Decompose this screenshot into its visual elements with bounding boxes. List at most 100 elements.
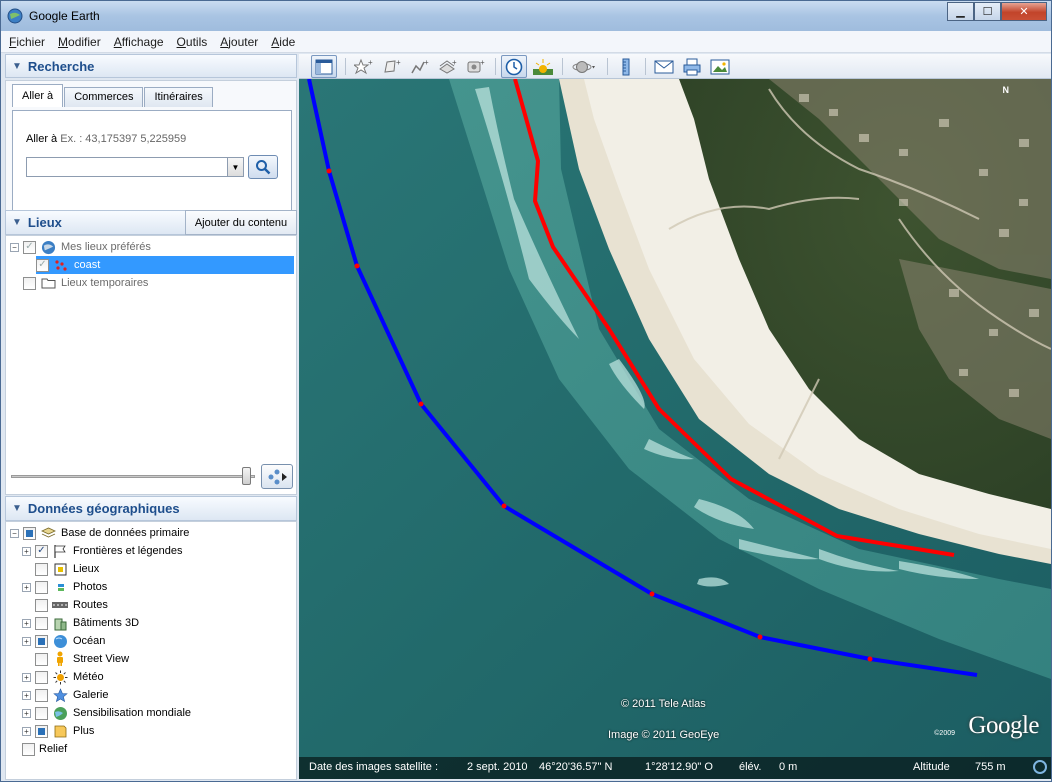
star-icon [52,687,68,703]
print-button[interactable] [679,55,705,78]
vertex-point[interactable] [757,634,763,640]
checkbox-relief[interactable] [22,742,35,756]
title-bar[interactable]: Google Earth ▁ ☐ ✕ [1,1,1051,31]
menu-fichier[interactable]: Fichier [9,35,45,49]
menu-modifier[interactable]: Modifier [58,35,101,49]
collapse-toggle[interactable]: − [10,528,19,538]
checkbox-my-places[interactable]: ✓ [23,240,36,254]
checkbox-borders[interactable]: ✓ [35,544,48,558]
layer-row-roads[interactable]: Routes [22,596,108,614]
historical-imagery-button[interactable] [501,55,527,78]
checkbox-gallery[interactable] [35,688,48,702]
tree-row-coast[interactable]: ✓ coast [36,256,294,274]
checkbox-primary-db[interactable] [23,526,36,540]
goto-label: Aller à [26,133,58,145]
tab-directions[interactable]: Itinéraires [144,87,213,107]
tree-row-temporary-places[interactable]: Lieux temporaires [23,274,148,292]
layer-row-ocean[interactable]: + Océan [22,632,105,650]
clock-icon [505,58,523,75]
opacity-slider-track[interactable] [11,475,255,478]
expand-toggle[interactable]: + [22,690,31,700]
layer-label-global-awareness: Sensibilisation mondiale [73,707,192,719]
play-tour-button[interactable] [261,464,293,489]
layers-stack-icon [40,525,56,541]
tab-goto[interactable]: Aller à [12,84,64,107]
search-button[interactable] [248,155,278,179]
path-icon: + [411,58,429,73]
menu-ajouter[interactable]: Ajouter [220,35,258,49]
checkbox-more[interactable] [35,724,48,738]
record-tour-button[interactable]: + [463,55,489,78]
save-image-button[interactable] [707,55,733,78]
layer-row-gallery[interactable]: + Galerie [22,686,108,704]
menu-aide[interactable]: Aide [271,35,295,49]
tree-row-my-places[interactable]: − ✓ Mes lieux préférés [10,238,151,256]
layer-row-more[interactable]: + Plus [22,722,94,740]
checkbox-places[interactable] [35,562,48,576]
opacity-slider-thumb[interactable] [242,467,251,485]
checkbox-global-awareness[interactable] [35,706,48,720]
add-content-button[interactable]: Ajouter du contenu [185,210,297,235]
close-button[interactable]: ✕ [1001,2,1047,21]
sunlight-button[interactable] [530,55,556,78]
checkbox-ocean[interactable] [35,634,48,648]
layer-row-global-awareness[interactable]: + Sensibilisation mondiale [22,704,191,722]
tour-icon [268,469,287,484]
attribution-teleatlas: © 2011 Tele Atlas [621,698,706,710]
switch-planet-button[interactable] [569,55,601,78]
earth-map-view[interactable]: N © 2011 Tele Atlas Image © 2011 GeoEye … [299,79,1051,779]
expand-toggle[interactable]: + [22,636,31,646]
search-input[interactable]: ▼ [26,157,244,177]
expand-toggle[interactable]: + [22,726,31,736]
ruler-button[interactable] [613,55,639,78]
north-indicator[interactable]: N [1003,85,1010,95]
search-panel-title: Recherche [27,58,95,74]
checkbox-coast[interactable]: ✓ [36,258,49,272]
layer-row-places[interactable]: Lieux [22,560,99,578]
expand-toggle[interactable]: + [22,708,31,718]
search-panel-header[interactable]: ▼ Recherche [5,54,297,78]
tree-row-primary-db[interactable]: − Base de données primaire [10,524,189,542]
ruler-icon [622,58,630,75]
layers-panel-header[interactable]: ▼ Données géographiques [5,496,297,521]
menu-outils[interactable]: Outils [177,35,208,49]
checkbox-roads[interactable] [35,598,48,612]
email-button[interactable] [651,55,677,78]
checkbox-temporary-places[interactable] [23,276,36,290]
vertex-point[interactable] [418,401,424,407]
layer-row-borders[interactable]: + ✓ Frontières et légendes [22,542,182,560]
layer-row-3d-buildings[interactable]: + Bâtiments 3D [22,614,139,632]
add-image-overlay-button[interactable]: + [435,55,461,78]
vertex-point[interactable] [326,168,332,174]
goto-example: Ex. : 43,175397 5,225959 [60,133,187,145]
tab-businesses[interactable]: Commerces [64,87,144,107]
add-path-button[interactable]: + [407,55,433,78]
search-history-dropdown[interactable]: ▼ [227,158,243,176]
vertex-point[interactable] [867,656,873,662]
add-placemark-button[interactable]: + [351,55,377,78]
expand-toggle[interactable]: + [22,672,31,682]
layer-row-street-view[interactable]: Street View [22,650,129,668]
expand-toggle[interactable]: + [22,546,31,556]
checkbox-weather[interactable] [35,670,48,684]
menu-affichage[interactable]: Affichage [114,35,164,49]
goto-tab-body: Aller à Ex. : 43,175397 5,225959 ▼ [12,110,292,218]
layer-row-photos[interactable]: + Photos [22,578,107,596]
pegman-icon [52,651,68,667]
checkbox-photos[interactable] [35,580,48,594]
layer-row-relief[interactable]: Relief [22,740,67,758]
collapse-toggle[interactable]: − [10,242,19,252]
layer-row-weather[interactable]: + Météo [22,668,104,686]
vertex-point[interactable] [501,503,507,509]
minimize-button[interactable]: ▁ [947,2,974,21]
vertex-point[interactable] [354,263,360,269]
checkbox-street-view[interactable] [35,652,48,666]
add-polygon-button[interactable]: + [379,55,405,78]
place-marker-icon [52,561,68,577]
maximize-button[interactable]: ☐ [974,2,1001,21]
expand-toggle[interactable]: + [22,618,31,628]
toggle-sidebar-button[interactable] [311,55,337,78]
vertex-point[interactable] [649,591,655,597]
checkbox-3d-buildings[interactable] [35,616,48,630]
expand-toggle[interactable]: + [22,582,31,592]
